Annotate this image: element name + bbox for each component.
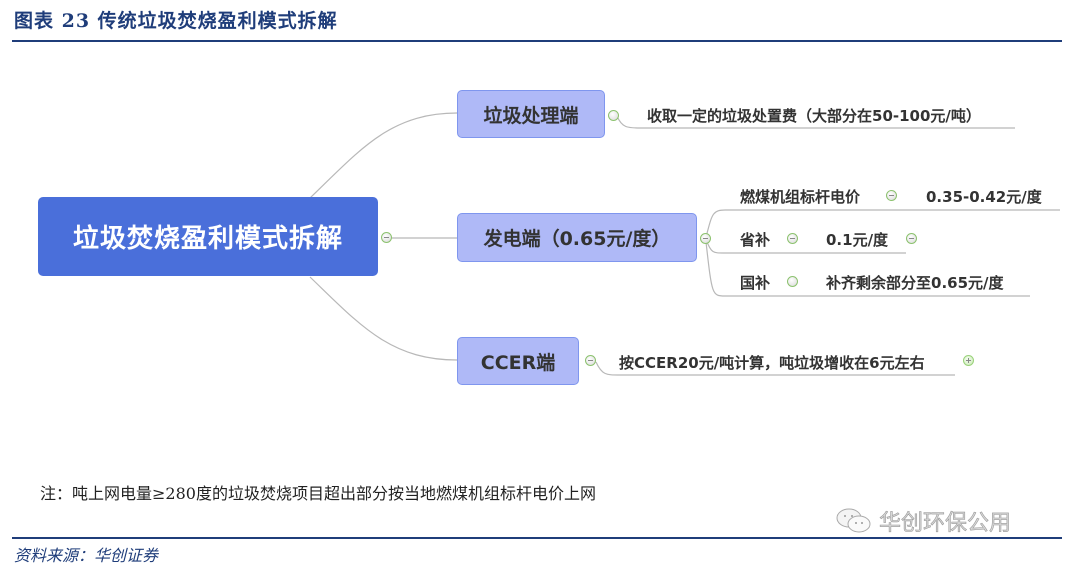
- leaf-national-subsidy-value[interactable]: 补齐剩余部分至0.65元/度: [826, 272, 1004, 293]
- leaf-disposal-fee[interactable]: 收取一定的垃圾处置费（大部分在50-100元/吨）: [647, 105, 981, 126]
- leaf-coal-benchmark-value[interactable]: 0.35-0.42元/度: [926, 186, 1042, 207]
- watermark: 华创环保公用: [835, 505, 1011, 537]
- link-root-branch3: [309, 276, 458, 361]
- watermark-text: 华创环保公用: [879, 511, 1012, 537]
- collapse-toggle-icon[interactable]: [787, 233, 798, 244]
- footer-divider: [12, 537, 1062, 539]
- branch-node-power-generation[interactable]: 发电端（0.65元/度）: [457, 213, 697, 262]
- collapse-toggle-icon[interactable]: [906, 233, 917, 244]
- branch-node-ccer[interactable]: CCER端: [457, 337, 579, 385]
- wechat-icon: [836, 508, 871, 533]
- expand-plus-icon[interactable]: [963, 355, 974, 366]
- collapse-toggle-icon[interactable]: [700, 233, 711, 244]
- leaf-provincial-subsidy-value[interactable]: 0.1元/度: [826, 229, 888, 250]
- footnote: 注：吨上网电量≥280度的垃圾焚烧项目超出部分按当地燃煤机组标杆电价上网: [40, 484, 596, 503]
- branch-node-waste-treatment[interactable]: 垃圾处理端: [457, 90, 605, 138]
- link-root-branch1: [309, 112, 458, 199]
- leaf-ccer-revenue[interactable]: 按CCER20元/吨计算，吨垃圾增收在6元左右: [619, 352, 925, 373]
- expand-toggle-icon[interactable]: [787, 276, 798, 287]
- root-node[interactable]: 垃圾焚烧盈利模式拆解: [38, 197, 378, 276]
- collapse-toggle-icon[interactable]: [585, 355, 596, 366]
- collapse-toggle-icon[interactable]: [381, 232, 392, 243]
- leaf-coal-benchmark-price[interactable]: 燃煤机组标杆电价: [740, 186, 860, 207]
- leaf-provincial-subsidy[interactable]: 省补: [740, 229, 770, 250]
- expand-toggle-icon[interactable]: [608, 110, 619, 121]
- collapse-toggle-icon[interactable]: [886, 190, 897, 201]
- source-text: 资料来源：华创证券: [14, 546, 159, 565]
- leaf-national-subsidy[interactable]: 国补: [740, 272, 770, 293]
